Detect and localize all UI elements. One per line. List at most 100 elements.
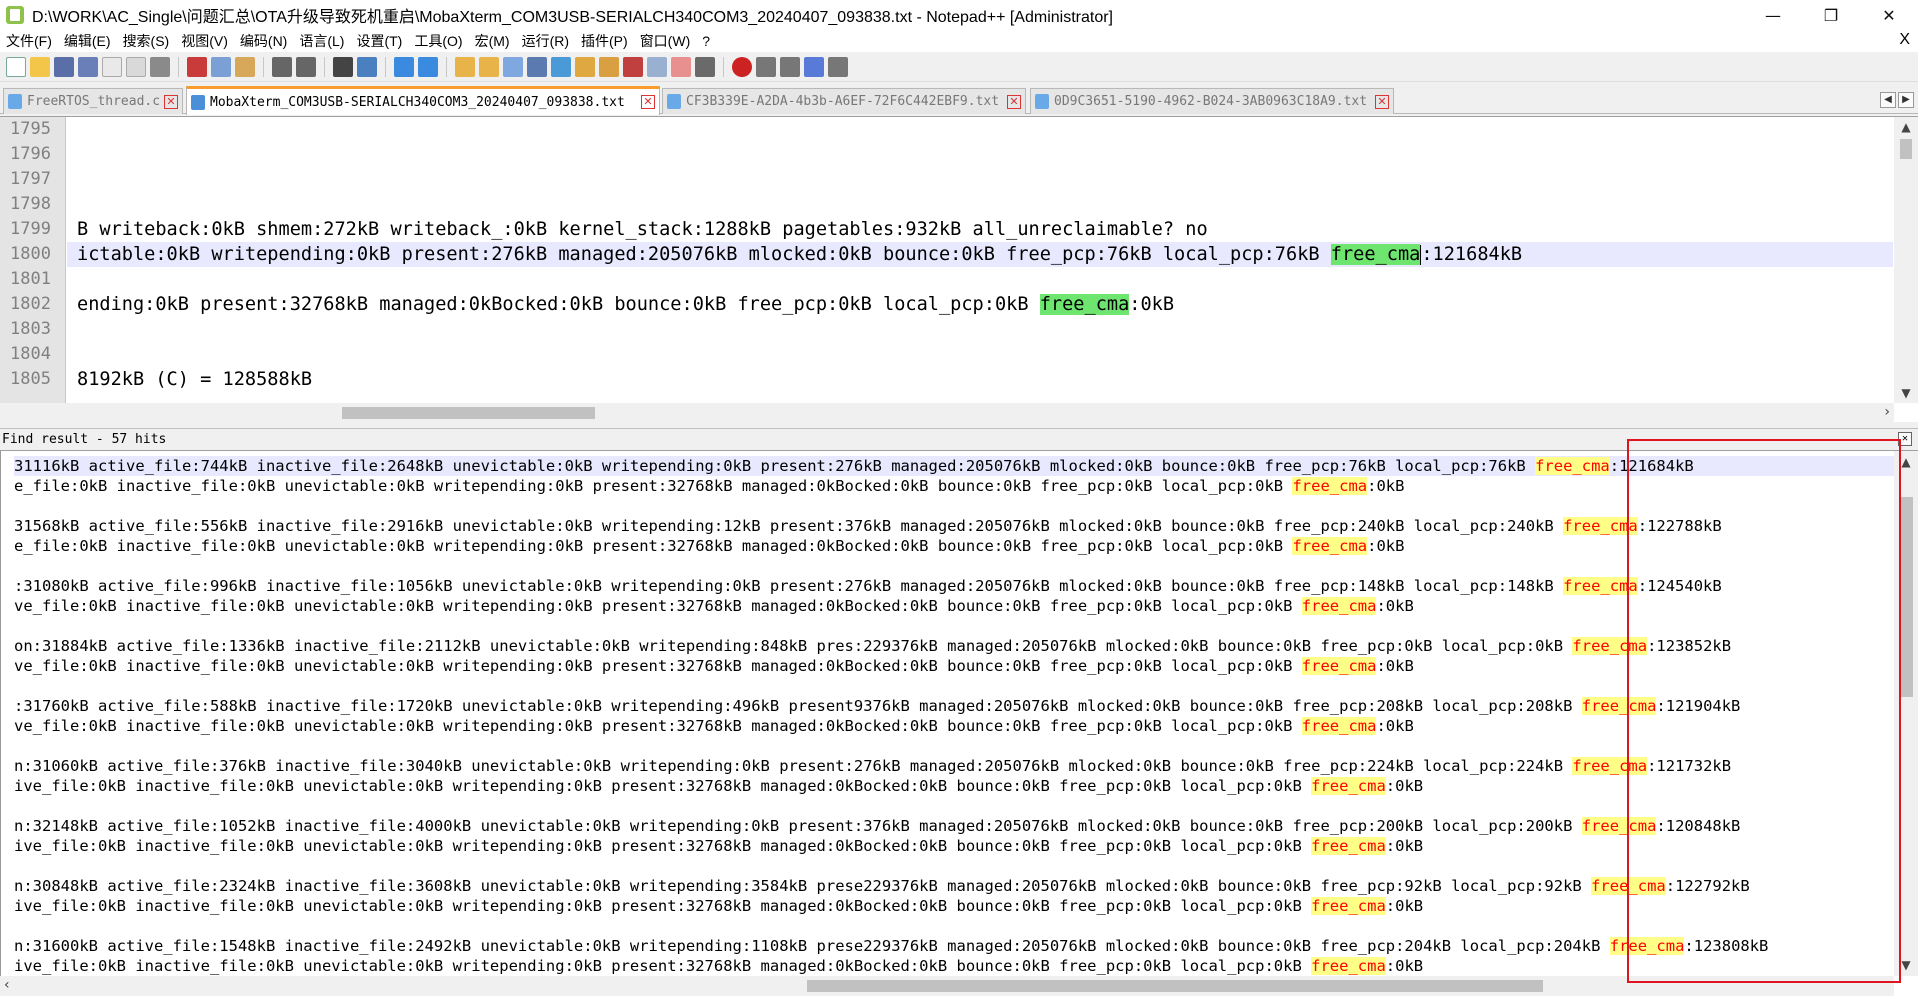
find-result-panel[interactable]: 31116kB active_file:744kB inactive_file:…	[0, 450, 1918, 1005]
find-result-line[interactable]: e_file:0kB inactive_file:0kB unevictable…	[14, 536, 1894, 556]
zoom-out-icon[interactable]	[418, 56, 438, 77]
save-icon[interactable]	[54, 56, 74, 77]
find-result-line[interactable]: e_file:0kB inactive_file:0kB unevictable…	[14, 476, 1894, 496]
scroll-down-icon[interactable]: ▼	[1894, 958, 1918, 972]
playback-macro-icon[interactable]	[780, 56, 800, 77]
sync-vertical-icon[interactable]	[455, 56, 475, 77]
save-all-icon[interactable]	[78, 56, 98, 77]
editor-vertical-scrollbar[interactable]: ▲ ▼	[1894, 117, 1918, 403]
menu-settings[interactable]: 设置(T)	[350, 31, 408, 51]
menu-edit[interactable]: 编辑(E)	[58, 31, 117, 51]
find-result-line[interactable]: on:31884kB active_file:1336kB inactive_f…	[14, 636, 1894, 656]
zoom-in-icon[interactable]	[394, 56, 414, 77]
word-wrap-icon[interactable]	[503, 56, 523, 77]
menu-help[interactable]: ?	[696, 33, 716, 49]
scrollbar-thumb[interactable]	[342, 407, 595, 419]
find-result-line[interactable]: ive_file:0kB inactive_file:0kB unevictab…	[14, 776, 1894, 796]
tab-close-icon[interactable]: ✕	[1007, 94, 1021, 109]
menu-plugins[interactable]: 插件(P)	[575, 31, 634, 51]
find-result-lines[interactable]: 31116kB active_file:744kB inactive_file:…	[14, 456, 1894, 976]
menu-search[interactable]: 搜索(S)	[117, 31, 176, 51]
language-define-icon[interactable]	[575, 56, 595, 77]
find-result-line[interactable]: n:30848kB active_file:2324kB inactive_fi…	[14, 876, 1894, 896]
tab-0d9c3651[interactable]: 0D9C3651-5190-4962-B024-3AB0963C18A9.txt…	[1030, 88, 1394, 114]
show-all-chars-icon[interactable]	[527, 56, 547, 77]
find-result-line[interactable]: 31116kB active_file:744kB inactive_file:…	[14, 456, 1894, 476]
find-result-line[interactable]: :31080kB active_file:996kB inactive_file…	[14, 576, 1894, 596]
scrollbar-thumb[interactable]	[1899, 497, 1913, 697]
find-vertical-scrollbar[interactable]: ▲ ▼	[1894, 451, 1918, 976]
find-result-close-button[interactable]: ✕	[1898, 432, 1912, 446]
code-line[interactable]: ending:0kB present:32768kB managed:0kBoc…	[67, 292, 1893, 317]
code-line[interactable]	[67, 117, 1893, 142]
save-macro-icon[interactable]	[828, 56, 848, 77]
tab-scroll-right-icon[interactable]: ▶	[1898, 92, 1914, 108]
code-line[interactable]	[67, 317, 1893, 342]
tab-mobaxterm-log[interactable]: MobaXterm_COM3USB-SERIALCH340COM3_202404…	[186, 86, 660, 115]
code-line[interactable]	[67, 267, 1893, 292]
stop-record-icon[interactable]	[756, 56, 776, 77]
editor-pane[interactable]: 1795 1796 1797 1798 1799 1800 1801 1802 …	[0, 116, 1918, 423]
menu-window[interactable]: 窗口(W)	[634, 31, 697, 51]
sync-horizontal-icon[interactable]	[479, 56, 499, 77]
indent-guide-icon[interactable]	[551, 56, 571, 77]
menu-view[interactable]: 视图(V)	[175, 31, 234, 51]
paste-icon[interactable]	[235, 56, 255, 77]
find-icon[interactable]	[333, 56, 353, 77]
menu-run[interactable]: 运行(R)	[516, 31, 575, 51]
code-line[interactable]	[67, 142, 1893, 167]
menu-encoding[interactable]: 编码(N)	[234, 31, 293, 51]
scrollbar-thumb[interactable]	[807, 980, 1543, 992]
minimize-button[interactable]: —	[1744, 0, 1802, 30]
menu-macro[interactable]: 宏(M)	[469, 31, 516, 51]
close-button[interactable]: ✕	[1860, 0, 1918, 30]
find-result-line[interactable]: ive_file:0kB inactive_file:0kB unevictab…	[14, 836, 1894, 856]
editor-horizontal-scrollbar[interactable]: ›	[0, 403, 1894, 423]
tab-freertos-thread[interactable]: FreeRTOS_thread.c ✕	[3, 88, 183, 114]
function-list-icon[interactable]	[623, 56, 643, 77]
cut-icon[interactable]	[187, 56, 207, 77]
print-icon[interactable]	[150, 56, 170, 77]
tab-close-icon[interactable]: ✕	[1375, 94, 1389, 109]
tab-cf3b339e[interactable]: CF3B339E-A2DA-4b3b-A6EF-72F6C442EBF9.txt…	[662, 88, 1026, 114]
find-result-line[interactable]: n:32148kB active_file:1052kB inactive_fi…	[14, 816, 1894, 836]
menu-language[interactable]: 语言(L)	[293, 31, 350, 51]
code-line[interactable]: ictable:0kB writepending:0kB present:276…	[67, 242, 1893, 267]
scroll-down-icon[interactable]: ▼	[1894, 383, 1918, 403]
doc-switcher-icon[interactable]	[671, 56, 691, 77]
code-line[interactable]	[67, 192, 1893, 217]
close-document-button[interactable]: X	[1899, 31, 1910, 49]
redo-icon[interactable]	[296, 56, 316, 77]
folder-workspace-icon[interactable]	[647, 56, 667, 77]
undo-icon[interactable]	[272, 56, 292, 77]
find-result-line[interactable]: ve_file:0kB inactive_file:0kB unevictabl…	[14, 716, 1894, 736]
find-result-line[interactable]: 31568kB active_file:556kB inactive_file:…	[14, 516, 1894, 536]
code-line[interactable]	[67, 167, 1893, 192]
close-file-icon[interactable]	[102, 56, 122, 77]
open-file-icon[interactable]	[30, 56, 50, 77]
code-area[interactable]: B writeback:0kB shmem:272kB writeback_:0…	[67, 117, 1893, 403]
document-map-icon[interactable]	[599, 56, 619, 77]
menu-tools[interactable]: 工具(O)	[408, 31, 468, 51]
find-result-line[interactable]: ve_file:0kB inactive_file:0kB unevictabl…	[14, 656, 1894, 676]
find-horizontal-scrollbar[interactable]: ‹	[0, 976, 1894, 996]
find-result-line[interactable]: ive_file:0kB inactive_file:0kB unevictab…	[14, 956, 1894, 976]
monitoring-icon[interactable]	[695, 56, 715, 77]
scroll-up-icon[interactable]: ▲	[1894, 455, 1918, 469]
scroll-left-icon[interactable]: ‹	[4, 977, 10, 993]
find-result-line[interactable]: ive_file:0kB inactive_file:0kB unevictab…	[14, 896, 1894, 916]
close-all-icon[interactable]	[126, 56, 146, 77]
tab-scroll-left-icon[interactable]: ◀	[1880, 92, 1896, 108]
code-line[interactable]: 8192kB (C) = 128588kB	[67, 367, 1893, 392]
scroll-right-icon[interactable]: ›	[1884, 404, 1890, 420]
new-file-icon[interactable]	[6, 56, 26, 77]
code-line[interactable]: B writeback:0kB shmem:272kB writeback_:0…	[67, 217, 1893, 242]
maximize-button[interactable]: ❐	[1802, 0, 1860, 30]
find-result-line[interactable]: n:31060kB active_file:376kB inactive_fil…	[14, 756, 1894, 776]
find-result-line[interactable]: :31760kB active_file:588kB inactive_file…	[14, 696, 1894, 716]
copy-icon[interactable]	[211, 56, 231, 77]
code-line[interactable]	[67, 342, 1893, 367]
find-result-line[interactable]: ve_file:0kB inactive_file:0kB unevictabl…	[14, 596, 1894, 616]
run-macro-multiple-icon[interactable]	[804, 56, 824, 77]
replace-icon[interactable]	[357, 56, 377, 77]
